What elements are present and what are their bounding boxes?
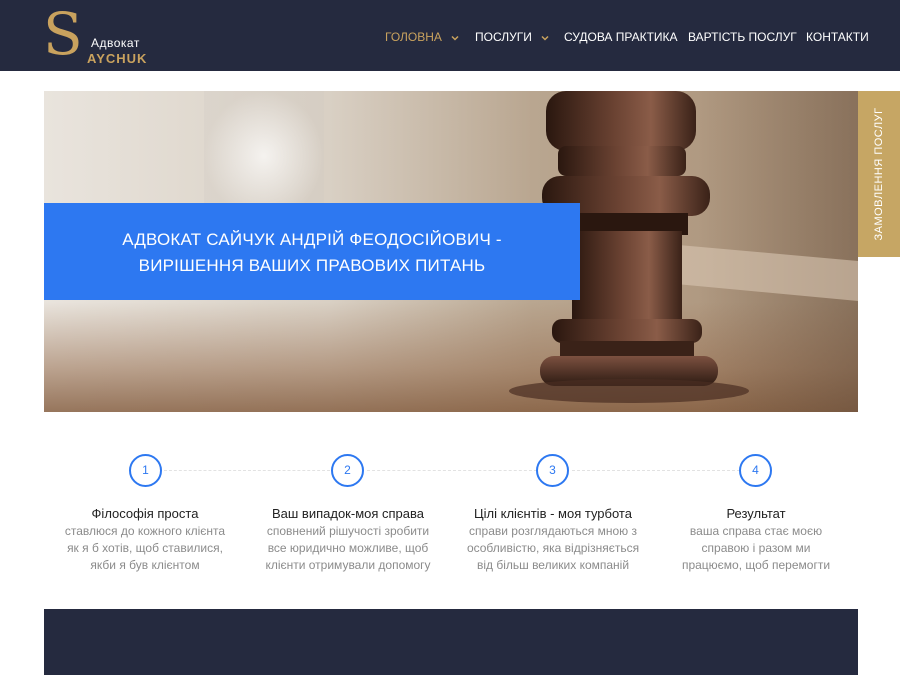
order-services-tab[interactable]: ЗАМОВЛЕННЯ ПОСЛУГ <box>858 91 900 257</box>
site-logo[interactable]: S Адвокат AYCHUK <box>43 5 163 66</box>
logo-letter: S <box>43 0 83 68</box>
step-title: Результат <box>726 506 786 521</box>
step-desc-line: все юридично можливе, щоб <box>267 541 429 555</box>
step-desc-line: особливістю, яка відрізняється <box>466 541 640 555</box>
step-description: сповнений рішучості зробити все юридично… <box>248 523 448 574</box>
nav-item-pricing[interactable]: ВАРТІСТЬ ПОСЛУГ <box>688 30 797 44</box>
step-desc-line: справи розглядаються мною з <box>469 524 637 538</box>
step-desc-line: клієнти отримували допомогу <box>265 558 431 572</box>
hero-title-line: ВИРІШЕННЯ ВАШИХ ПРАВОВИХ ПИТАНЬ <box>138 256 486 275</box>
hero-title-line: АДВОКАТ САЙЧУК АНДРІЙ ФЕОДОСІЙОВИЧ - <box>122 230 502 249</box>
step-title: Філософія проста <box>91 506 199 521</box>
step-description: справи розглядаються мною з особливістю,… <box>453 523 653 574</box>
nav-item-label: ГОЛОВНА <box>385 30 442 44</box>
step-description: ваша справа стає моєю справою і разом ми… <box>656 523 856 574</box>
nav-item-label: ПОСЛУГИ <box>475 30 532 44</box>
step-number: 1 <box>129 454 162 487</box>
nav-item-home[interactable]: ГОЛОВНА <box>385 30 459 44</box>
step-desc-line: працюємо, щоб перемогти <box>681 558 831 572</box>
nav-item-contacts[interactable]: КОНТАКТИ <box>806 30 869 44</box>
nav-item-label: КОНТАКТИ <box>806 30 869 44</box>
dark-section-band <box>44 609 858 675</box>
step-desc-line: справою і разом ми <box>701 541 811 555</box>
nav-item-court-practice[interactable]: СУДОВА ПРАКТИКА <box>564 30 678 44</box>
step-desc-line: ваша справа стає моєю <box>689 524 823 538</box>
order-services-label: ЗАМОВЛЕННЯ ПОСЛУГ <box>873 107 885 241</box>
steps-section: 1 Філософія проста ставлюся до кожного к… <box>44 440 858 590</box>
step-number: 4 <box>739 454 772 487</box>
nav-item-services[interactable]: ПОСЛУГИ <box>475 30 549 44</box>
step-desc-line: як я б хотів, щоб ставилися, <box>67 541 223 555</box>
site-header: S Адвокат AYCHUK ГОЛОВНА ПОСЛУГИ СУДОВА … <box>0 0 900 71</box>
step-divider <box>164 470 330 471</box>
step-description: ставлюся до кожного клієнта як я б хотів… <box>45 523 245 574</box>
chevron-down-icon <box>541 35 549 41</box>
hero-title: АДВОКАТ САЙЧУК АНДРІЙ ФЕОДОСІЙОВИЧ - ВИР… <box>44 227 580 279</box>
hero-title-box: АДВОКАТ САЙЧУК АНДРІЙ ФЕОДОСІЙОВИЧ - ВИР… <box>44 203 580 300</box>
step-title: Ваш випадок-моя справа <box>271 506 425 521</box>
step-divider <box>572 470 740 471</box>
step-desc-line: від більш великих компаній <box>476 558 630 572</box>
step-desc-line: сповнений рішучості зробити <box>266 524 430 538</box>
step-title: Цілі клієнтів - моя турбота <box>474 506 632 521</box>
nav-item-label: ВАРТІСТЬ ПОСЛУГ <box>688 30 797 44</box>
logo-bottom-text: AYCHUK <box>87 51 148 66</box>
step-divider <box>367 470 537 471</box>
hourglass-shape <box>204 91 324 221</box>
chevron-down-icon <box>451 35 459 41</box>
step-number: 3 <box>536 454 569 487</box>
step-number: 2 <box>331 454 364 487</box>
nav-item-label: СУДОВА ПРАКТИКА <box>564 30 678 44</box>
logo-top-text: Адвокат <box>91 36 140 50</box>
step-desc-line: якби я був клієнтом <box>90 558 200 572</box>
step-desc-line: ставлюся до кожного клієнта <box>64 524 226 538</box>
